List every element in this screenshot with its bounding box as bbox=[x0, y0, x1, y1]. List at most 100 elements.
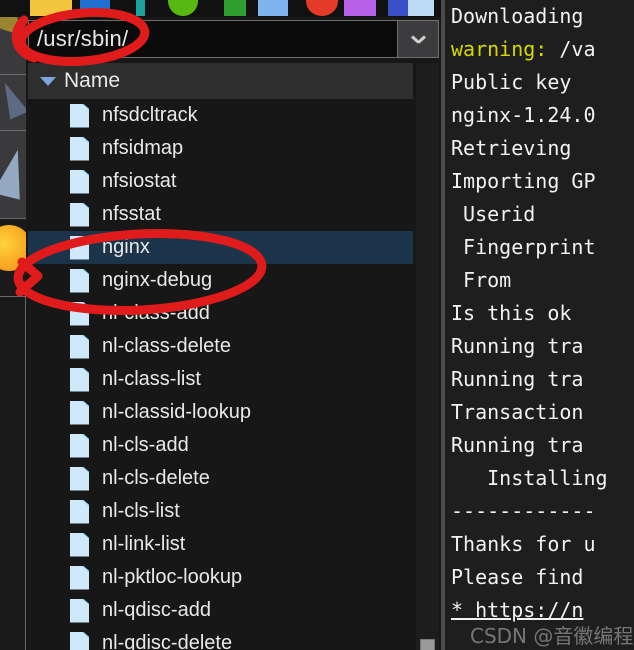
terminal-line: Thanks for u bbox=[451, 532, 596, 556]
sidebar-cell-3[interactable] bbox=[0, 131, 26, 219]
sort-descending-triangle-icon[interactable] bbox=[40, 76, 56, 86]
file-name-label: nfsdcltrack bbox=[102, 104, 198, 126]
file-name-label: nl-classid-lookup bbox=[102, 401, 251, 423]
file-name-label: nl-qdisc-delete bbox=[102, 632, 233, 650]
column-header-name: Name bbox=[64, 69, 121, 92]
terminal-line: Running tra bbox=[451, 367, 584, 391]
file-name-label: nl-cls-list bbox=[102, 500, 180, 522]
light-blue-arrow-icon bbox=[0, 146, 26, 200]
gold-shape-icon bbox=[0, 17, 26, 36]
file-row[interactable]: nl-cls-delete bbox=[28, 462, 413, 495]
app-icon-blue-bar[interactable] bbox=[80, 0, 110, 16]
terminal-line: ------------ bbox=[451, 499, 596, 523]
terminal-line: Importing GP bbox=[451, 169, 596, 193]
terminal-line: nginx-1.24.0 bbox=[451, 103, 596, 127]
file-row[interactable]: nl-cls-add bbox=[28, 429, 413, 462]
file-document-icon bbox=[70, 433, 89, 458]
file-document-icon bbox=[70, 202, 89, 227]
file-name-label: nl-class-add bbox=[102, 302, 210, 324]
file-name-label: nl-pktloc-lookup bbox=[102, 566, 243, 588]
terminal-line: From bbox=[451, 268, 512, 292]
file-document-icon bbox=[70, 598, 89, 623]
file-row[interactable]: nl-class-list bbox=[28, 363, 413, 396]
file-name-label: nl-class-delete bbox=[102, 335, 231, 357]
file-document-icon bbox=[70, 136, 89, 161]
app-icon-green-circle[interactable] bbox=[168, 0, 198, 16]
blue-arrow-icon bbox=[0, 78, 26, 120]
app-icon-teal[interactable] bbox=[136, 0, 145, 16]
file-row[interactable]: nl-pktloc-lookup bbox=[28, 561, 413, 594]
terminal-line: Downloading bbox=[451, 4, 584, 28]
app-icon-pale[interactable] bbox=[408, 0, 434, 16]
app-icon-yellow[interactable] bbox=[30, 0, 72, 16]
file-row[interactable]: nl-classid-lookup bbox=[28, 396, 413, 429]
file-document-icon bbox=[70, 367, 89, 392]
file-list[interactable]: nfsdcltrack nfsidmap nfsiostat nfsstat nginx… bbox=[28, 99, 439, 650]
file-row[interactable]: nl-class-delete bbox=[28, 330, 413, 363]
file-row[interactable]: nfsiostat bbox=[28, 165, 413, 198]
terminal-line: Public key bbox=[451, 70, 584, 94]
file-list-vertical-scrollbar[interactable] bbox=[416, 63, 439, 650]
path-dropdown-button[interactable] bbox=[397, 21, 438, 57]
terminal-line: Running tra bbox=[451, 433, 584, 457]
file-name-label: nl-cls-delete bbox=[102, 467, 210, 489]
app-icon-red-circle[interactable] bbox=[306, 0, 338, 16]
file-document-icon bbox=[70, 532, 89, 557]
terminal-line: Retrieving bbox=[451, 136, 584, 160]
terminal-line: Please find bbox=[451, 565, 584, 589]
sidebar-cell-4[interactable] bbox=[0, 219, 26, 297]
terminal-line: Installing bbox=[451, 466, 608, 490]
sidebar-cell-2[interactable] bbox=[0, 75, 26, 131]
file-document-icon bbox=[70, 631, 89, 650]
file-row[interactable]: nfsdcltrack bbox=[28, 99, 413, 132]
terminal-line: * https://n bbox=[451, 598, 584, 622]
file-document-icon bbox=[70, 169, 89, 194]
file-document-icon bbox=[70, 334, 89, 359]
file-name-label: nfsstat bbox=[102, 203, 161, 225]
file-document-icon bbox=[70, 565, 89, 590]
column-header-row[interactable]: Name bbox=[28, 63, 413, 99]
terminal-output[interactable]: Downloading warning: /va Public key nginx-… bbox=[445, 0, 634, 650]
app-icon-purple[interactable] bbox=[344, 0, 376, 16]
file-document-icon bbox=[70, 268, 89, 293]
sidebar-cell-1[interactable] bbox=[0, 17, 26, 75]
sun-sphere-icon bbox=[0, 225, 26, 271]
screenshot-root: Name nfsdcltrack nfsidmap nfsiostat nfsstat… bbox=[0, 0, 634, 650]
chevron-down-icon bbox=[412, 35, 425, 43]
file-document-icon bbox=[70, 400, 89, 425]
terminal-line: Running tra bbox=[451, 334, 584, 358]
file-name-label: nl-link-list bbox=[102, 533, 186, 555]
file-row-selected[interactable]: nginx bbox=[28, 231, 413, 264]
file-row[interactable]: nfsidmap bbox=[28, 132, 413, 165]
left-tool-sidebar[interactable] bbox=[0, 17, 26, 650]
path-input[interactable] bbox=[29, 21, 397, 57]
file-name-label: nfsiostat bbox=[102, 170, 177, 192]
taskbar-dock[interactable] bbox=[0, 0, 441, 17]
file-row[interactable]: nl-link-list bbox=[28, 528, 413, 561]
file-document-icon bbox=[70, 301, 89, 326]
file-row[interactable]: nfsstat bbox=[28, 198, 413, 231]
terminal-line: Fingerprint bbox=[451, 235, 596, 259]
file-name-label: nfsidmap bbox=[102, 137, 184, 159]
file-row[interactable]: nl-cls-list bbox=[28, 495, 413, 528]
file-row[interactable]: nginx-debug bbox=[28, 264, 413, 297]
path-location-bar[interactable] bbox=[28, 20, 439, 58]
app-icon-indigo[interactable] bbox=[388, 0, 408, 16]
app-icon-lightblue[interactable] bbox=[258, 0, 288, 16]
sidebar-cell-5[interactable] bbox=[0, 297, 26, 650]
file-name-label: nl-class-list bbox=[102, 368, 201, 390]
file-name-label: nl-qdisc-add bbox=[102, 599, 211, 621]
scrollbar-thumb[interactable] bbox=[420, 639, 435, 650]
file-row[interactable]: nl-class-add bbox=[28, 297, 413, 330]
file-document-icon bbox=[70, 103, 89, 128]
file-row[interactable]: nl-qdisc-delete bbox=[28, 627, 413, 650]
terminal-line: Userid bbox=[451, 202, 536, 226]
file-name-label: nl-cls-add bbox=[102, 434, 189, 456]
file-manager-panel: Name nfsdcltrack nfsidmap nfsiostat nfsstat… bbox=[26, 17, 441, 650]
app-icon-green-small[interactable] bbox=[224, 0, 246, 16]
terminal-line: warning: /va bbox=[451, 37, 596, 61]
file-document-icon bbox=[70, 466, 89, 491]
file-name-label: nginx-debug bbox=[102, 269, 213, 291]
file-document-icon bbox=[70, 235, 89, 260]
file-row[interactable]: nl-qdisc-add bbox=[28, 594, 413, 627]
